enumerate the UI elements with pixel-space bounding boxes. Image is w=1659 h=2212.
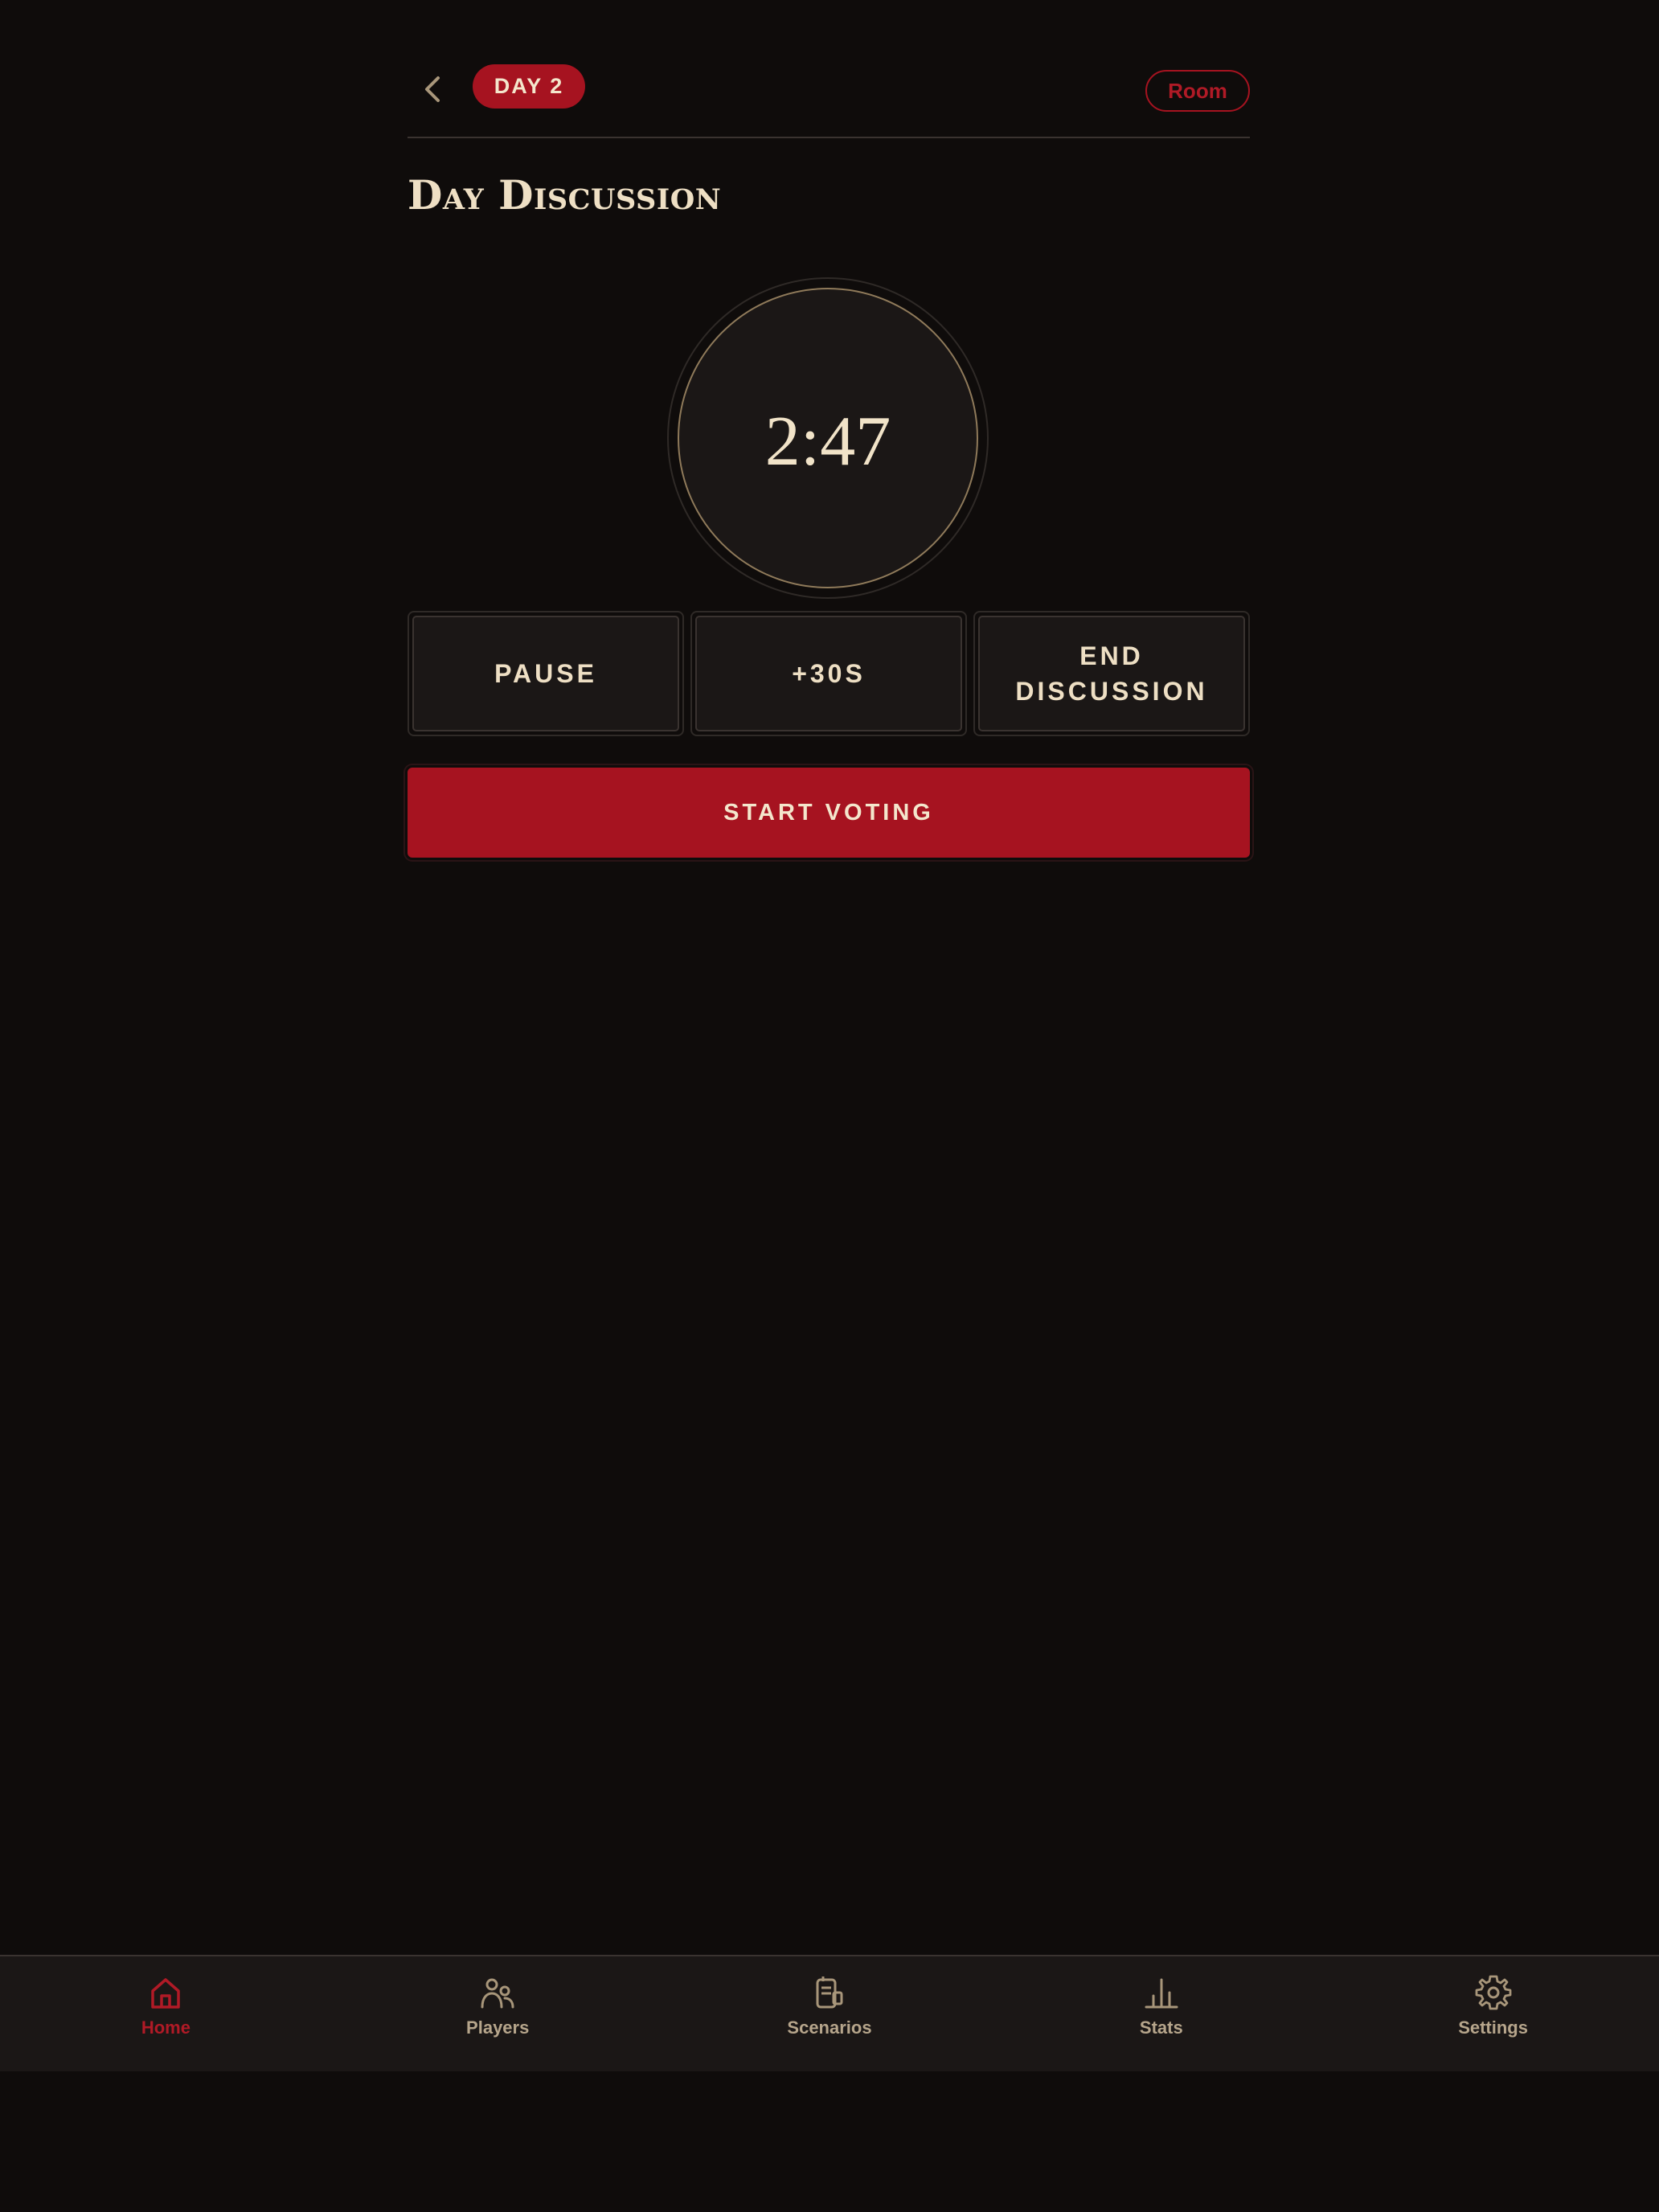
nav-item-stats[interactable]: Stats (995, 1956, 1327, 2071)
pause-button-label: PAUSE (412, 616, 679, 731)
nav-item-settings[interactable]: Settings (1327, 1956, 1659, 2071)
add-time-button-label: +30S (695, 616, 962, 731)
back-button[interactable] (416, 72, 449, 106)
chevron-left-icon (425, 76, 440, 102)
top-bar: DAY 2 Room (408, 0, 1250, 138)
add-time-button[interactable]: +30S (690, 611, 967, 736)
players-icon (477, 1972, 518, 2013)
timer-face: 2:47 (678, 288, 978, 588)
timer-actions: PAUSE +30S END DISCUSSION (408, 611, 1250, 736)
end-discussion-button-label: END DISCUSSION (978, 616, 1245, 731)
timer-value: 2:47 (764, 403, 891, 481)
bottom-nav: Home Players Scenarios Stats Settings (0, 1955, 1659, 2071)
nav-item-players[interactable]: Players (332, 1956, 664, 2071)
app-screen: DAY 2 Room Day Discussion 2:47 PAUSE +30… (0, 0, 1659, 2212)
gear-icon (1473, 1972, 1514, 2013)
nav-label-scenarios: Scenarios (787, 2017, 872, 2038)
page-title: Day Discussion (408, 171, 722, 219)
nav-item-home[interactable]: Home (0, 1956, 332, 2071)
nav-label-players: Players (466, 2017, 530, 2038)
timer-ring: 2:47 (667, 277, 989, 599)
nav-label-stats: Stats (1139, 2017, 1183, 2038)
main-content: DAY 2 Room Day Discussion 2:47 PAUSE +30… (408, 0, 1250, 858)
room-button[interactable]: Room (1145, 70, 1250, 112)
nav-item-scenarios[interactable]: Scenarios (664, 1956, 996, 2071)
end-discussion-button[interactable]: END DISCUSSION (973, 611, 1250, 736)
nav-label-settings: Settings (1458, 2017, 1528, 2038)
start-voting-button[interactable]: START VOTING (408, 768, 1250, 858)
stats-icon (1141, 1972, 1182, 2013)
nav-label-home: Home (141, 2017, 190, 2038)
scenarios-icon (809, 1972, 850, 2013)
pause-button[interactable]: PAUSE (408, 611, 684, 736)
day-badge: DAY 2 (473, 64, 585, 109)
home-icon (145, 1972, 186, 2013)
